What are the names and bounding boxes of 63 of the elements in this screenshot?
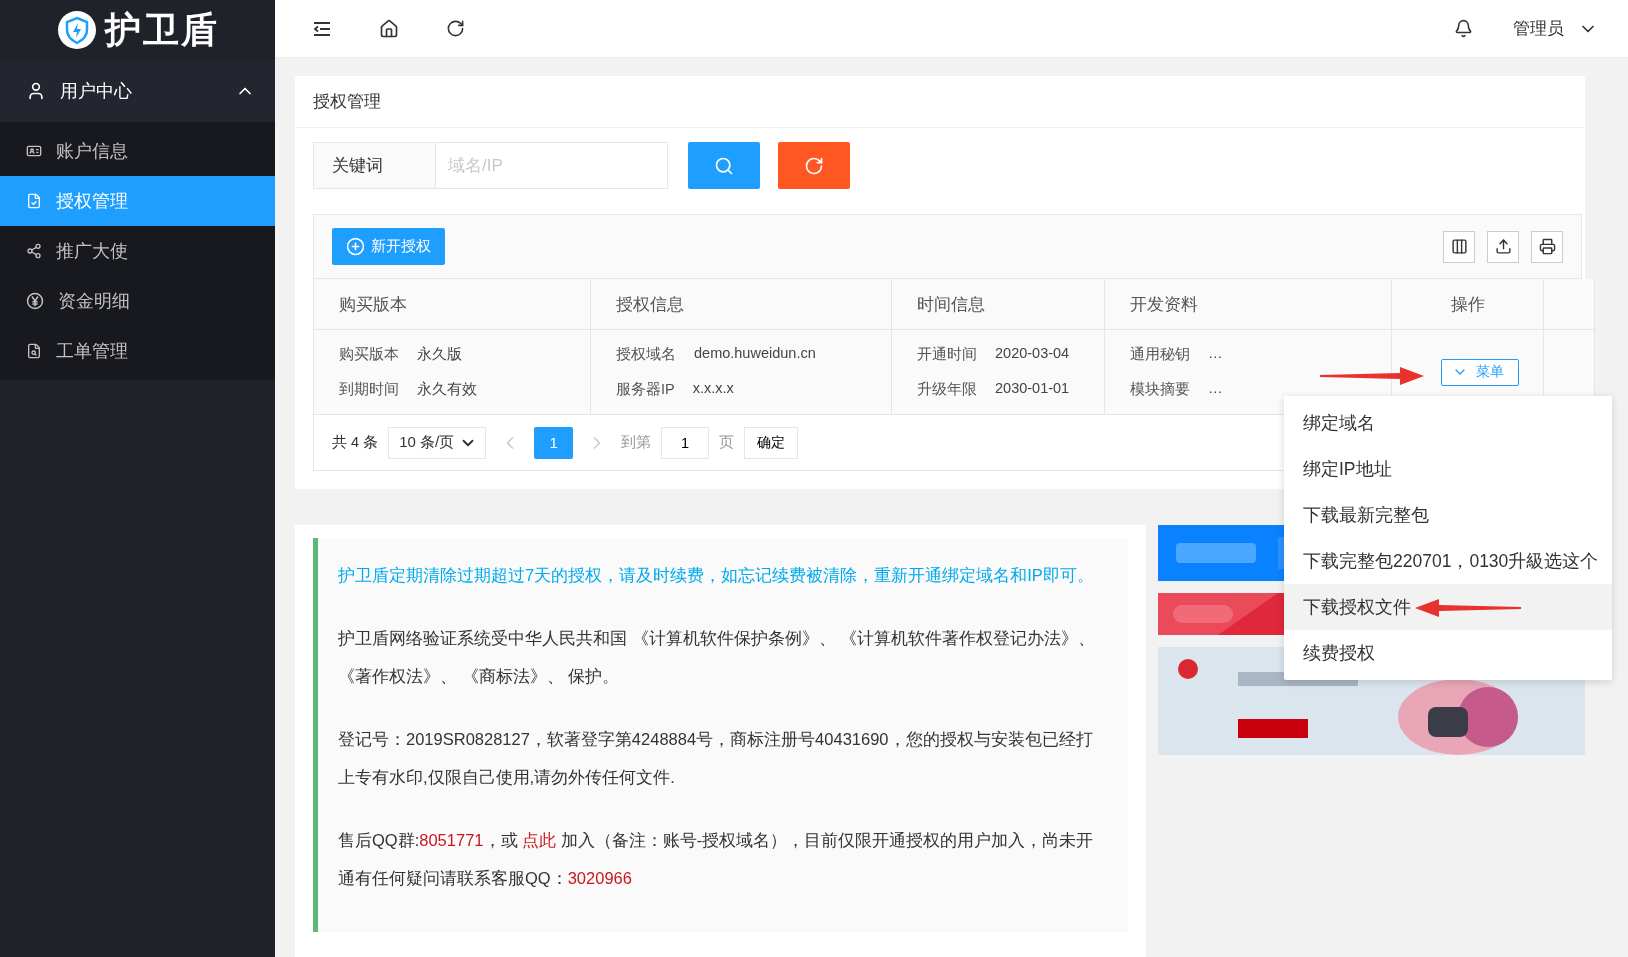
refresh-icon[interactable] (446, 18, 466, 39)
cell-label: 通用秘钥 (1130, 345, 1190, 364)
cell-value: 2020-03-04 (995, 345, 1070, 363)
menu-icon (26, 292, 44, 310)
column-header: 购买版本 (314, 279, 591, 330)
page-unit: 页 (719, 433, 735, 452)
menu-icon (26, 193, 42, 209)
cell-value: 2030-01-01 (995, 380, 1070, 398)
home-icon[interactable] (379, 18, 399, 39)
notice-text: 售后QQ群:8051771，或 点此 加入（备注：账号-授权域名），目前仅限开通授权的用户加入，尚未开通有任何疑问请联系客服QQ：3020966 (338, 830, 1095, 889)
menu-item[interactable]: 下载最新完整包 (1284, 492, 1612, 538)
page-size-select[interactable]: 10 条/页 (388, 426, 487, 459)
shield-logo-icon (56, 10, 97, 50)
goto-label: 到第 (621, 433, 652, 452)
cell-label: 升级年限 (917, 380, 977, 399)
cell-value: … (1208, 345, 1223, 363)
sidebar-item[interactable]: 账户信息 (0, 126, 275, 176)
menu-item[interactable]: 续费授权 (1284, 630, 1612, 676)
cell-value: … (1208, 380, 1223, 398)
cell-label: 到期时间 (339, 380, 399, 399)
cell-label: 模块摘要 (1130, 380, 1190, 399)
field-label: 关键词 (313, 142, 436, 189)
page-input[interactable]: 1 (661, 426, 710, 459)
menu-item[interactable]: 下载完整包220701，0130升級选这个 (1284, 538, 1612, 584)
menu-group[interactable]: 用户中心 (0, 60, 275, 122)
sidebar-item[interactable]: 资金明细 (0, 276, 275, 326)
cell-value: demo.huweidun.cn (694, 345, 816, 363)
bell-icon[interactable] (1454, 19, 1473, 38)
columns-icon[interactable] (1443, 230, 1475, 263)
total-count: 共 4 条 (332, 433, 379, 452)
cell-value: 永久有效 (417, 380, 477, 399)
notice-text: 登记号：2019SR0828127，软著登字第4248884号，商标注册号40431690，您的授权与安装包已经打上专有水印,仅限自己使用,请勿外传任何文件. (338, 729, 1094, 788)
cell-value: 永久版 (417, 345, 462, 364)
plus-circle-icon (346, 237, 365, 256)
notice-text: 护卫盾网络验证系统受中华人民共和国 《计算机软件保护条例》、 《计算机软件著作权登记办法》、《著作权法》、 《商标法》、 保护。 (338, 628, 1097, 687)
user-name[interactable]: 管理员 (1513, 17, 1564, 40)
print-icon[interactable] (1531, 230, 1563, 263)
search-icon (714, 155, 734, 176)
notice-text: 护卫盾定期清除过期超过7天的授权，请及时续费，如忘记续费被清除，重新开通绑定域名和IP即可。 (338, 565, 1095, 586)
column-header: 授权信息 (591, 279, 892, 330)
user-icon (26, 81, 46, 101)
menu-icon (26, 343, 42, 359)
column-header: 操作 (1392, 279, 1544, 330)
column-header: 开发资料 (1105, 279, 1392, 330)
join-link[interactable]: 点此 (522, 831, 557, 849)
cell-label: 服务器IP (616, 380, 675, 399)
menu-item[interactable]: 绑定IP地址 (1284, 446, 1612, 492)
menu-item[interactable]: 绑定域名 (1284, 400, 1612, 446)
export-icon[interactable] (1487, 230, 1519, 263)
cell-label: 购买版本 (339, 345, 399, 364)
confirm-button[interactable]: 确定 (744, 426, 799, 459)
cell-label: 授权域名 (616, 345, 676, 364)
sidebar-item[interactable]: 工单管理 (0, 326, 275, 376)
menu-icon (26, 243, 42, 259)
cell-value: x.x.x.x (692, 380, 734, 398)
menu-item[interactable]: 下载授权文件 (1284, 584, 1612, 630)
column-header: 时间信息 (892, 279, 1105, 330)
sidebar-item[interactable]: 推广大使 (0, 226, 275, 276)
menu-icon (26, 143, 42, 159)
logo-text: 护卫盾 (104, 7, 219, 52)
card-title: 授权管理 (295, 76, 1585, 128)
refresh-icon (804, 155, 824, 176)
cell-label: 开通时间 (917, 345, 977, 364)
